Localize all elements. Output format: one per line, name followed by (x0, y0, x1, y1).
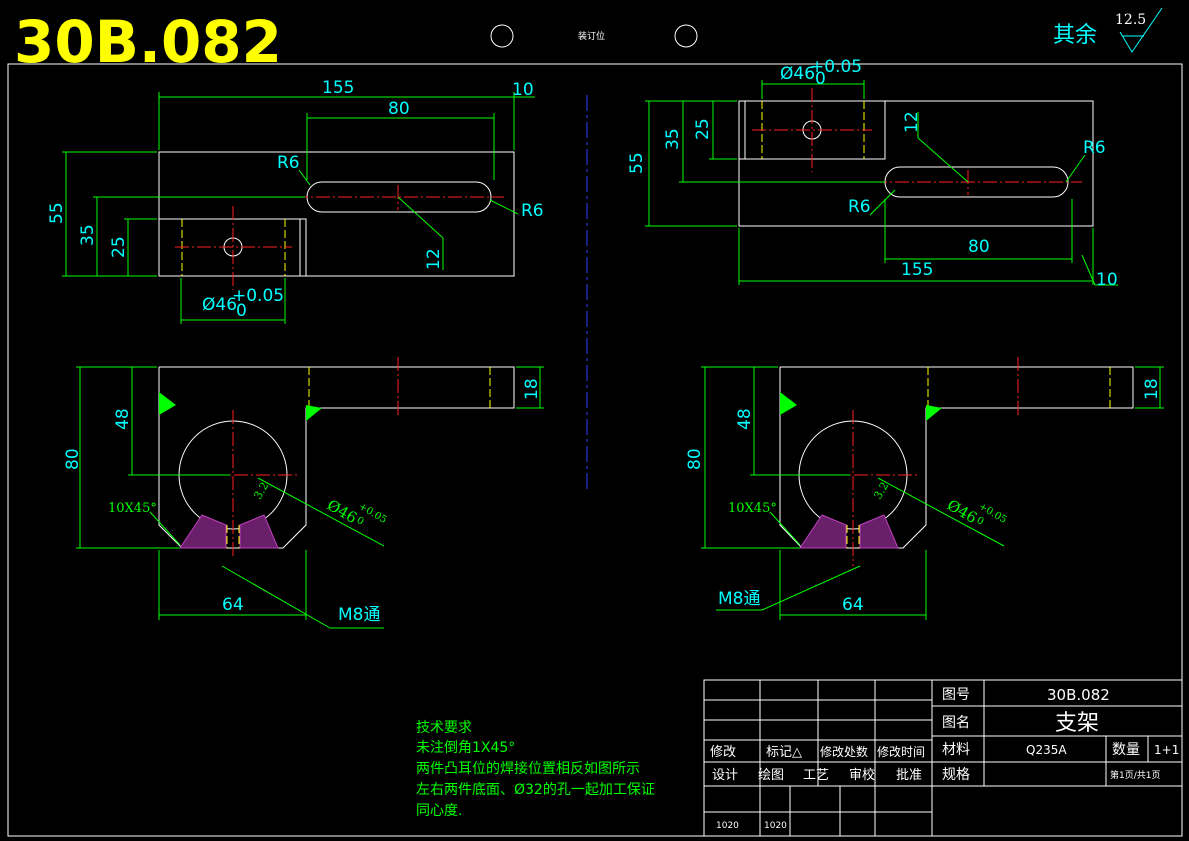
drawing-no-label: 图号 (942, 687, 970, 703)
dim-80v-r: 80 (685, 448, 705, 470)
dim-80: 80 (388, 99, 410, 119)
rev-col-4: 修改时间 (877, 744, 925, 759)
tech-req-line3: 左右两件底面、Ø32的孔一起加工保证 (416, 782, 655, 798)
dim-25-r: 25 (693, 118, 713, 140)
dim-r6-b: R6 (521, 201, 544, 221)
dim-80v: 80 (63, 448, 83, 470)
dim-80-r: 80 (968, 237, 990, 257)
sign-col-3: 工艺 (803, 768, 829, 783)
thread-note-r: M8通 (718, 589, 760, 609)
rev-col-2: 标记△ (766, 745, 802, 760)
chamfer-note-r: 10X45° (728, 501, 777, 516)
rev-col-3: 修改处数 (820, 744, 868, 759)
dim-10-r: 10 (1096, 270, 1118, 290)
finish-value: 12.5 (1115, 12, 1146, 28)
dim-18: 18 (522, 378, 542, 400)
dim-64-r: 64 (842, 595, 864, 615)
top-right-view: Ø46 +0.05 0 R6 R6 80 155 10 55 35 25 12 (627, 57, 1118, 290)
sign-col-5: 批准 (896, 768, 922, 783)
dim-25: 25 (109, 236, 129, 258)
dim-64: 64 (222, 595, 244, 615)
dim-48-r: 48 (735, 408, 755, 430)
dim-18-r: 18 (1142, 378, 1162, 400)
technical-requirements: 技术要求 未注倒角1X45° 两件凸耳位的焊接位置相反如图所示 左右两件底面、Ø… (416, 720, 655, 819)
drawing-number-header: 30B.082 (14, 8, 282, 76)
dim-55-r: 55 (627, 152, 647, 174)
qty: 1+1 (1154, 743, 1179, 757)
dim-12: 12 (424, 248, 444, 270)
tech-req-title: 技术要求 (416, 720, 472, 736)
binding-label: 装订位 (578, 30, 605, 42)
drawing-no: 30B.082 (1047, 686, 1110, 704)
bottom-right-view: 64 18 80 48 10X45° M8通 3.2 Ø46 +0.05 0 (685, 357, 1164, 620)
thread-note: M8通 (338, 605, 380, 625)
dim-10: 10 (512, 80, 534, 100)
tech-req-line1: 未注倒角1X45° (416, 740, 515, 756)
date-1: 1020 (716, 821, 739, 831)
dim-r6-c: R6 (1083, 138, 1106, 158)
binding-hole-right (674, 24, 698, 48)
sign-col-2: 绘图 (758, 768, 784, 783)
dim-r6-d: R6 (848, 197, 871, 217)
finish-prefix: 其余 (1053, 23, 1097, 48)
sheet-info: 第1页/共1页 (1110, 769, 1161, 781)
bottom-left-view: 64 18 80 48 10X45° M8通 3.2 Ø46 +0.05 0 (63, 357, 544, 629)
material: Q235A (1026, 743, 1067, 757)
engineering-drawing: 30B.082 装订位 其余 12.5 155 80 10 R6 R6 Ø46 … (7, 7, 1183, 837)
dim-35: 35 (78, 224, 98, 246)
tol-zero: 0 (236, 301, 247, 321)
chamfer-note: 10X45° (108, 501, 157, 516)
dim-55: 55 (47, 202, 67, 224)
dim-155: 155 (322, 78, 354, 98)
name-label: 图名 (942, 715, 970, 731)
qty-label: 数量 (1112, 742, 1140, 758)
material-label: 材料 (942, 742, 970, 758)
top-left-view: 155 80 10 R6 R6 Ø46 +0.05 0 55 35 25 12 (47, 78, 544, 324)
sign-col-4: 审校 (849, 767, 875, 783)
binding-hole-left (490, 24, 514, 48)
dim-155-r: 155 (901, 260, 933, 280)
roughness-symbol: 12.5 (1115, 7, 1163, 53)
dim-35-r: 35 (663, 128, 683, 150)
date-2: 1020 (764, 821, 787, 831)
rev-col-1: 修改 (710, 745, 736, 760)
tol-zero-r: 0 (815, 69, 826, 89)
dim-r6-a: R6 (277, 153, 300, 173)
drawing-frame (7, 63, 1183, 837)
dim-12-r: 12 (902, 111, 922, 133)
tech-req-line2: 两件凸耳位的焊接位置相反如图所示 (416, 760, 640, 777)
tech-req-line4: 同心度. (416, 803, 462, 819)
title-block: 图号 30B.082 图名 支架 材料 Q235A 数量 1+1 规格 第1页/… (703, 679, 1183, 837)
dim-48: 48 (113, 408, 133, 430)
spec-label: 规格 (942, 767, 970, 783)
sign-col-1: 设计 (712, 768, 738, 783)
part-name: 支架 (1055, 711, 1099, 736)
